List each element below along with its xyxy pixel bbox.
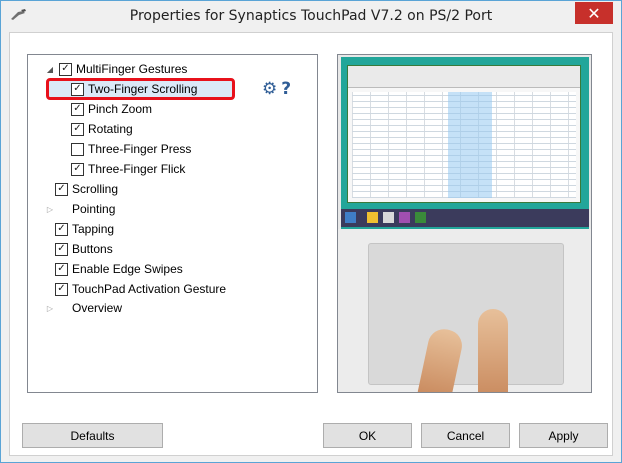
tree-item-buttons[interactable]: ✓ Buttons — [55, 239, 113, 259]
tree-item-label: Tapping — [72, 222, 115, 236]
preview-touchpad-image — [368, 243, 564, 385]
checkbox[interactable]: ✓ — [71, 82, 84, 96]
tree-item-enable-edge-swipes[interactable]: ✓ Enable Edge Swipes — [55, 259, 183, 279]
tree-item-multifinger-gestures[interactable]: ◢ ✓ MultiFinger Gestures — [45, 59, 187, 79]
question-icon[interactable]: ? — [281, 79, 291, 99]
expand-arrow-icon[interactable]: ◢ — [45, 64, 55, 74]
checkbox[interactable]: ✓ — [55, 222, 68, 236]
tree-item-overview[interactable]: ▷ Overview — [45, 298, 122, 318]
tree-item-label: TouchPad Activation Gesture — [72, 282, 227, 296]
close-icon: ✕ — [587, 3, 601, 23]
tree-item-label: MultiFinger Gestures — [76, 62, 188, 76]
item-tools: ⚙ ? — [262, 79, 291, 99]
preview-spreadsheet-image — [347, 65, 581, 203]
checkbox[interactable]: ✓ — [71, 102, 84, 116]
checkbox[interactable]: ✓ — [55, 182, 68, 196]
close-button[interactable]: ✕ — [575, 2, 613, 24]
collapse-arrow-icon[interactable]: ▷ — [45, 303, 55, 313]
checkbox[interactable]: ✓ — [55, 262, 68, 276]
collapse-arrow-icon[interactable]: ▷ — [45, 204, 55, 214]
tree-item-label: Rotating — [88, 122, 133, 136]
preview-desktop-image — [341, 57, 589, 255]
defaults-button[interactable]: Defaults — [22, 423, 163, 448]
tree-item-rotating[interactable]: ✓ Rotating — [71, 119, 133, 139]
tree-item-label: Overview — [72, 301, 123, 315]
tree-item-three-finger-press[interactable]: Three-Finger Press — [71, 139, 191, 159]
window-title: Properties for Synaptics TouchPad V7.2 o… — [129, 8, 493, 24]
properties-window: Properties for Synaptics TouchPad V7.2 o… — [0, 0, 622, 463]
tree-item-label: Three-Finger Flick — [88, 162, 186, 176]
tree-item-two-finger-scrolling[interactable]: ✓ Two-Finger Scrolling — [71, 79, 197, 99]
preview-taskbar-image — [341, 209, 589, 227]
tree-item-label: Pointing — [72, 202, 116, 216]
title-bar[interactable]: Properties for Synaptics TouchPad V7.2 o… — [1, 1, 621, 32]
tree-item-label: Buttons — [72, 242, 113, 256]
tree-item-tapping[interactable]: ✓ Tapping — [55, 219, 114, 239]
tree-item-label: Three-Finger Press — [88, 142, 192, 156]
checkbox[interactable]: ✓ — [55, 242, 68, 256]
gesture-preview — [337, 54, 592, 393]
tree-item-label: Two-Finger Scrolling — [88, 82, 198, 96]
checkbox[interactable] — [71, 142, 84, 156]
gears-icon[interactable]: ⚙ — [262, 79, 277, 99]
apply-button[interactable]: Apply — [519, 423, 608, 448]
tree-item-label: Enable Edge Swipes — [72, 262, 183, 276]
checkbox[interactable]: ✓ — [59, 62, 72, 76]
tree-item-label: Pinch Zoom — [88, 102, 153, 116]
checkbox[interactable]: ✓ — [71, 162, 84, 176]
tree-item-touchpad-activation-gesture[interactable]: ✓ TouchPad Activation Gesture — [55, 279, 226, 299]
ok-button[interactable]: OK — [323, 423, 412, 448]
tree-item-scrolling[interactable]: ✓ Scrolling — [55, 179, 118, 199]
preview-finger-image — [478, 309, 508, 392]
tree-item-three-finger-flick[interactable]: ✓ Three-Finger Flick — [71, 159, 185, 179]
cancel-button[interactable]: Cancel — [421, 423, 510, 448]
tree-item-pinch-zoom[interactable]: ✓ Pinch Zoom — [71, 99, 152, 119]
tree-item-label: Scrolling — [72, 182, 119, 196]
tree-item-pointing[interactable]: ▷ Pointing — [45, 199, 115, 219]
checkbox[interactable]: ✓ — [71, 122, 84, 136]
checkbox[interactable]: ✓ — [55, 282, 68, 296]
